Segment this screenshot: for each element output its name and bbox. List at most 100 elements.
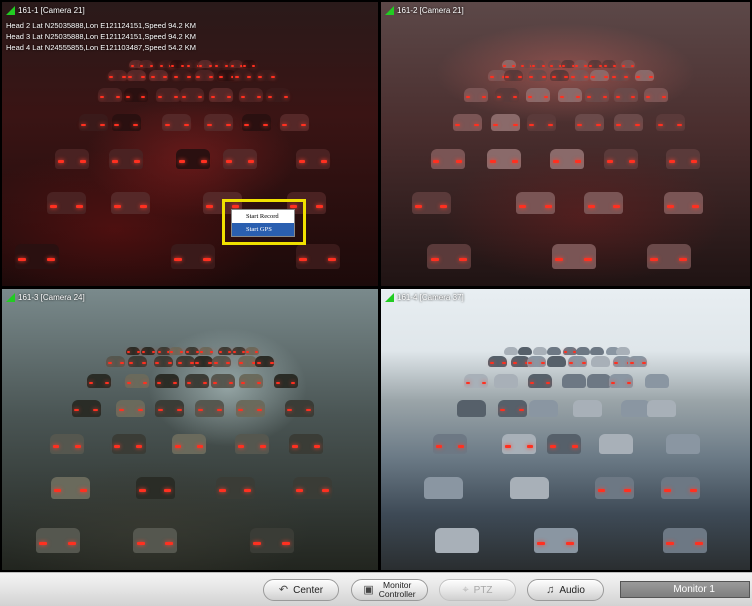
tail-light [553,160,559,163]
tail-light [607,160,613,163]
tail-light [622,65,625,67]
tail-light [160,65,163,67]
tail-light [433,160,439,163]
tail-light [39,542,47,545]
tail-light [301,124,306,126]
tail-light [513,362,517,364]
menu-item-start-record[interactable]: Start Record [232,210,294,223]
tail-light [490,160,496,163]
tail-light [197,445,203,448]
car-shape [573,400,602,417]
tail-light [575,65,578,67]
car-shape [552,244,596,269]
tail-light [415,205,422,208]
tail-light [122,76,126,78]
gps-line: Head 3 Lat N25035888,Lon E121124151,Spee… [6,32,197,41]
tail-light [239,362,243,364]
tail-light [217,409,222,411]
tail-light [555,258,563,261]
car-shape [491,114,520,131]
tail-light [116,96,120,98]
car-shape [518,347,532,355]
monitor-controller-line2: Controller [378,589,416,599]
tail-light [695,542,703,545]
tail-light [219,76,223,78]
tail-light [627,382,631,384]
tail-light [141,96,145,98]
camera-view-3[interactable]: 161-3 [Camera 24] [2,289,378,570]
tail-light [604,76,608,78]
car-shape [133,528,177,553]
tail-light [692,205,699,208]
car-shape [296,149,330,169]
tail-light [505,76,509,78]
tail-light [244,489,251,492]
monitor-display: Monitor 1 [620,581,750,598]
tail-light [500,409,505,411]
tail-light [80,160,86,163]
tail-light [503,65,506,67]
car-shape [209,88,233,102]
tail-light [207,124,212,126]
ptz-button[interactable]: ⌖ PTZ [439,579,516,601]
tail-light [203,258,211,261]
video-feed-4 [381,289,750,570]
camera-view-1[interactable]: 161-1 [Camera 21] Head 2 Lat N25035888,L… [2,2,378,286]
tail-light [140,205,147,208]
car-shape [79,114,108,131]
tail-light [662,96,666,98]
car-shape [464,88,488,102]
car-shape [528,374,552,388]
tail-light [649,76,653,78]
tail-light [58,160,64,163]
tail-light [466,96,470,98]
car-shape [644,88,668,102]
tail-light [219,351,222,353]
audio-button[interactable]: ♫ Audio [527,579,604,601]
tail-light [213,382,217,384]
tail-light [474,124,479,126]
tail-light [100,96,104,98]
tail-light [552,76,556,78]
tail-light [163,76,167,78]
tail-light [529,76,533,78]
tail-light [431,258,439,261]
tail-light [18,258,26,261]
car-shape [584,192,623,214]
car-shape [616,347,630,355]
car-shape [36,528,80,553]
camera-view-2[interactable]: 161-2 [Camera 21] [381,2,750,286]
tail-light [168,362,172,364]
tail-light [53,445,59,448]
menu-item-start-gps[interactable]: Start GPS [232,223,294,236]
monitor-controller-label: Monitor Controller [379,581,416,599]
car-shape [547,347,561,355]
tail-light [186,351,189,353]
tail-light [646,96,650,98]
tail-light [231,65,234,67]
tail-light [636,76,640,78]
car-shape [250,528,294,553]
tail-light [572,445,578,448]
tail-light [582,362,586,364]
tail-light [564,351,567,353]
tail-light [287,409,292,411]
car-shape [494,374,518,388]
tail-light [257,382,261,384]
gps-overlay: Head 2 Lat N25035888,Lon E121124151,Spee… [6,20,196,53]
tail-light [284,96,288,98]
center-button[interactable]: ↶ Center [263,579,339,601]
tail-light [544,96,548,98]
gps-line: Head 2 Lat N25035888,Lon E121124151,Spee… [6,21,197,30]
car-shape [266,88,290,102]
monitor-controller-button[interactable]: ▣ Monitor Controller [351,579,428,601]
car-shape [647,244,691,269]
tail-light [75,445,81,448]
tail-light [225,65,228,67]
car-shape [609,374,633,388]
car-shape [550,149,584,169]
video-feed-2 [381,2,750,286]
tail-light [589,65,592,67]
tail-light [109,76,113,78]
camera-view-4[interactable]: 161-4 [Camera 37] [381,289,750,570]
